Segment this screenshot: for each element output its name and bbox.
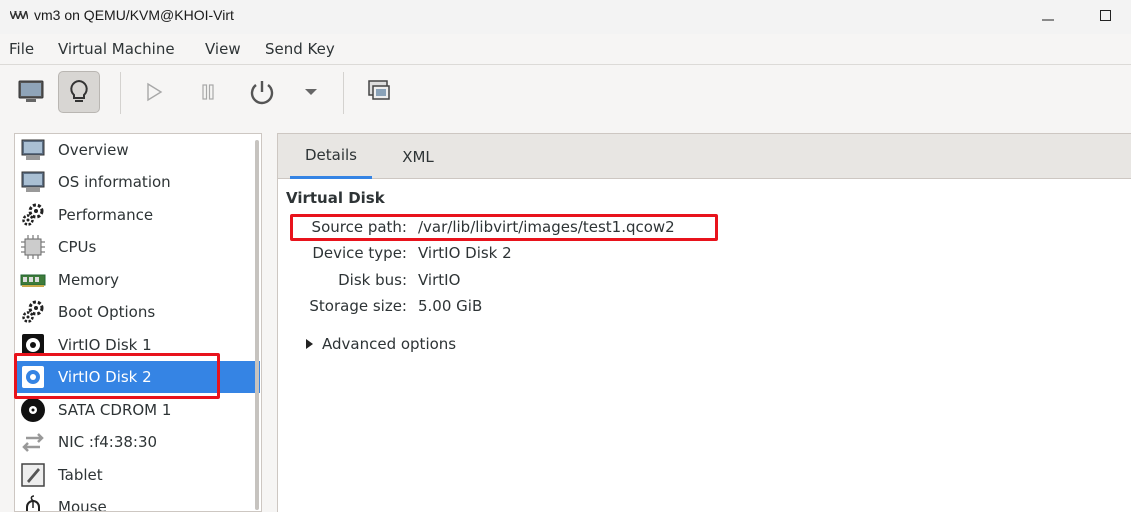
sidebar-item-os-information[interactable]: OS information [15,166,260,198]
sidebar-item-boot-options[interactable]: Boot Options [15,296,260,328]
sidebar-item-mouse[interactable]: Mouse [15,491,260,512]
sidebar-item-label: Mouse [58,498,107,512]
field-label: Disk bus: [338,271,407,289]
sidebar-item-label: CPUs [58,238,97,256]
sidebar-item-performance[interactable]: Performance [15,199,260,231]
tab-xml[interactable]: XML [380,134,456,179]
gears-icon [19,201,47,229]
title-bar: vm3 on QEMU/KVM@KHOI-Virt [0,0,1131,34]
snapshots-button[interactable] [358,71,400,113]
section-title: Virtual Disk [286,189,385,207]
maximize-button[interactable] [1086,4,1126,28]
window-title: vm3 on QEMU/KVM@KHOI-Virt [34,7,234,23]
device-type-value: VirtIO Disk 2 [418,244,512,262]
app-logo-icon [10,11,28,19]
expander-arrow-icon [306,339,313,349]
disk-bus-value: VirtIO [418,271,461,289]
tab-bar: Details XML [278,134,1131,179]
pause-button[interactable] [187,71,229,113]
highlight-box-selected-disk [14,353,220,399]
sidebar-item-nic[interactable]: NIC :f4:38:30 [15,426,260,458]
menu-view[interactable]: View [205,40,241,58]
menu-bar: File Virtual Machine View Send Key [0,34,1131,65]
sidebar-item-cpus[interactable]: CPUs [15,231,260,263]
shutdown-dropdown-button[interactable] [291,71,331,113]
shutdown-icon [250,81,274,105]
cdrom-icon [19,396,47,424]
sidebar-item-label: Boot Options [58,303,156,321]
tablet-icon [19,461,47,489]
snapshots-icon [368,80,390,100]
toolbar-separator [120,72,121,114]
maximize-icon [1100,10,1111,21]
console-button[interactable] [10,71,52,113]
details-button[interactable] [58,71,100,113]
tab-label: Details [304,146,357,164]
sidebar-scrollbar[interactable] [255,140,259,510]
minimize-icon [1042,19,1054,21]
sidebar-item-label: Memory [58,271,120,289]
sidebar-item-label: NIC :f4:38:30 [58,433,158,451]
details-icon [70,79,88,102]
hardware-list: Overview OS information Performance CPUs… [14,133,262,512]
sidebar-item-overview[interactable]: Overview [15,134,260,166]
tab-label: XML [402,147,434,166]
toolbar [0,65,1131,121]
run-button[interactable] [133,71,175,113]
advanced-options-expander[interactable]: Advanced options [305,335,456,353]
gears-icon [19,298,47,326]
menu-send-key[interactable]: Send Key [265,40,335,58]
tab-details[interactable]: Details [290,134,372,179]
pause-icon [202,84,214,100]
storage-size-value: 5.00 GiB [418,297,483,315]
monitor-icon [19,136,47,164]
network-icon [19,428,47,456]
sidebar-item-label: VirtIO Disk 1 [58,336,152,354]
mouse-icon [19,493,47,511]
menu-virtual-machine[interactable]: Virtual Machine [58,40,175,58]
dropdown-arrow-icon [305,89,317,95]
toolbar-separator [343,72,344,114]
sidebar-item-label: Overview [58,141,129,159]
memory-icon [19,266,47,294]
highlight-box-source-path [290,214,718,241]
sidebar-item-memory[interactable]: Memory [15,264,260,296]
details-panel: Details XML Virtual Disk Source path: /v… [277,133,1131,512]
monitor-icon [19,168,47,196]
shutdown-button[interactable] [241,71,283,113]
run-icon [147,82,163,102]
sidebar-item-tablet[interactable]: Tablet [15,459,260,491]
menu-file[interactable]: File [9,40,34,58]
cpu-icon [19,233,47,261]
console-icon [18,80,44,102]
field-label: Device type: [312,244,407,262]
sidebar-item-label: Performance [58,206,154,224]
sidebar-item-label: OS information [58,173,171,191]
minimize-button[interactable] [1028,4,1068,28]
sidebar-item-label: Tablet [58,466,103,484]
field-label: Storage size: [309,297,407,315]
sidebar-item-label: SATA CDROM 1 [58,401,172,419]
advanced-options-label: Advanced options [322,335,457,353]
